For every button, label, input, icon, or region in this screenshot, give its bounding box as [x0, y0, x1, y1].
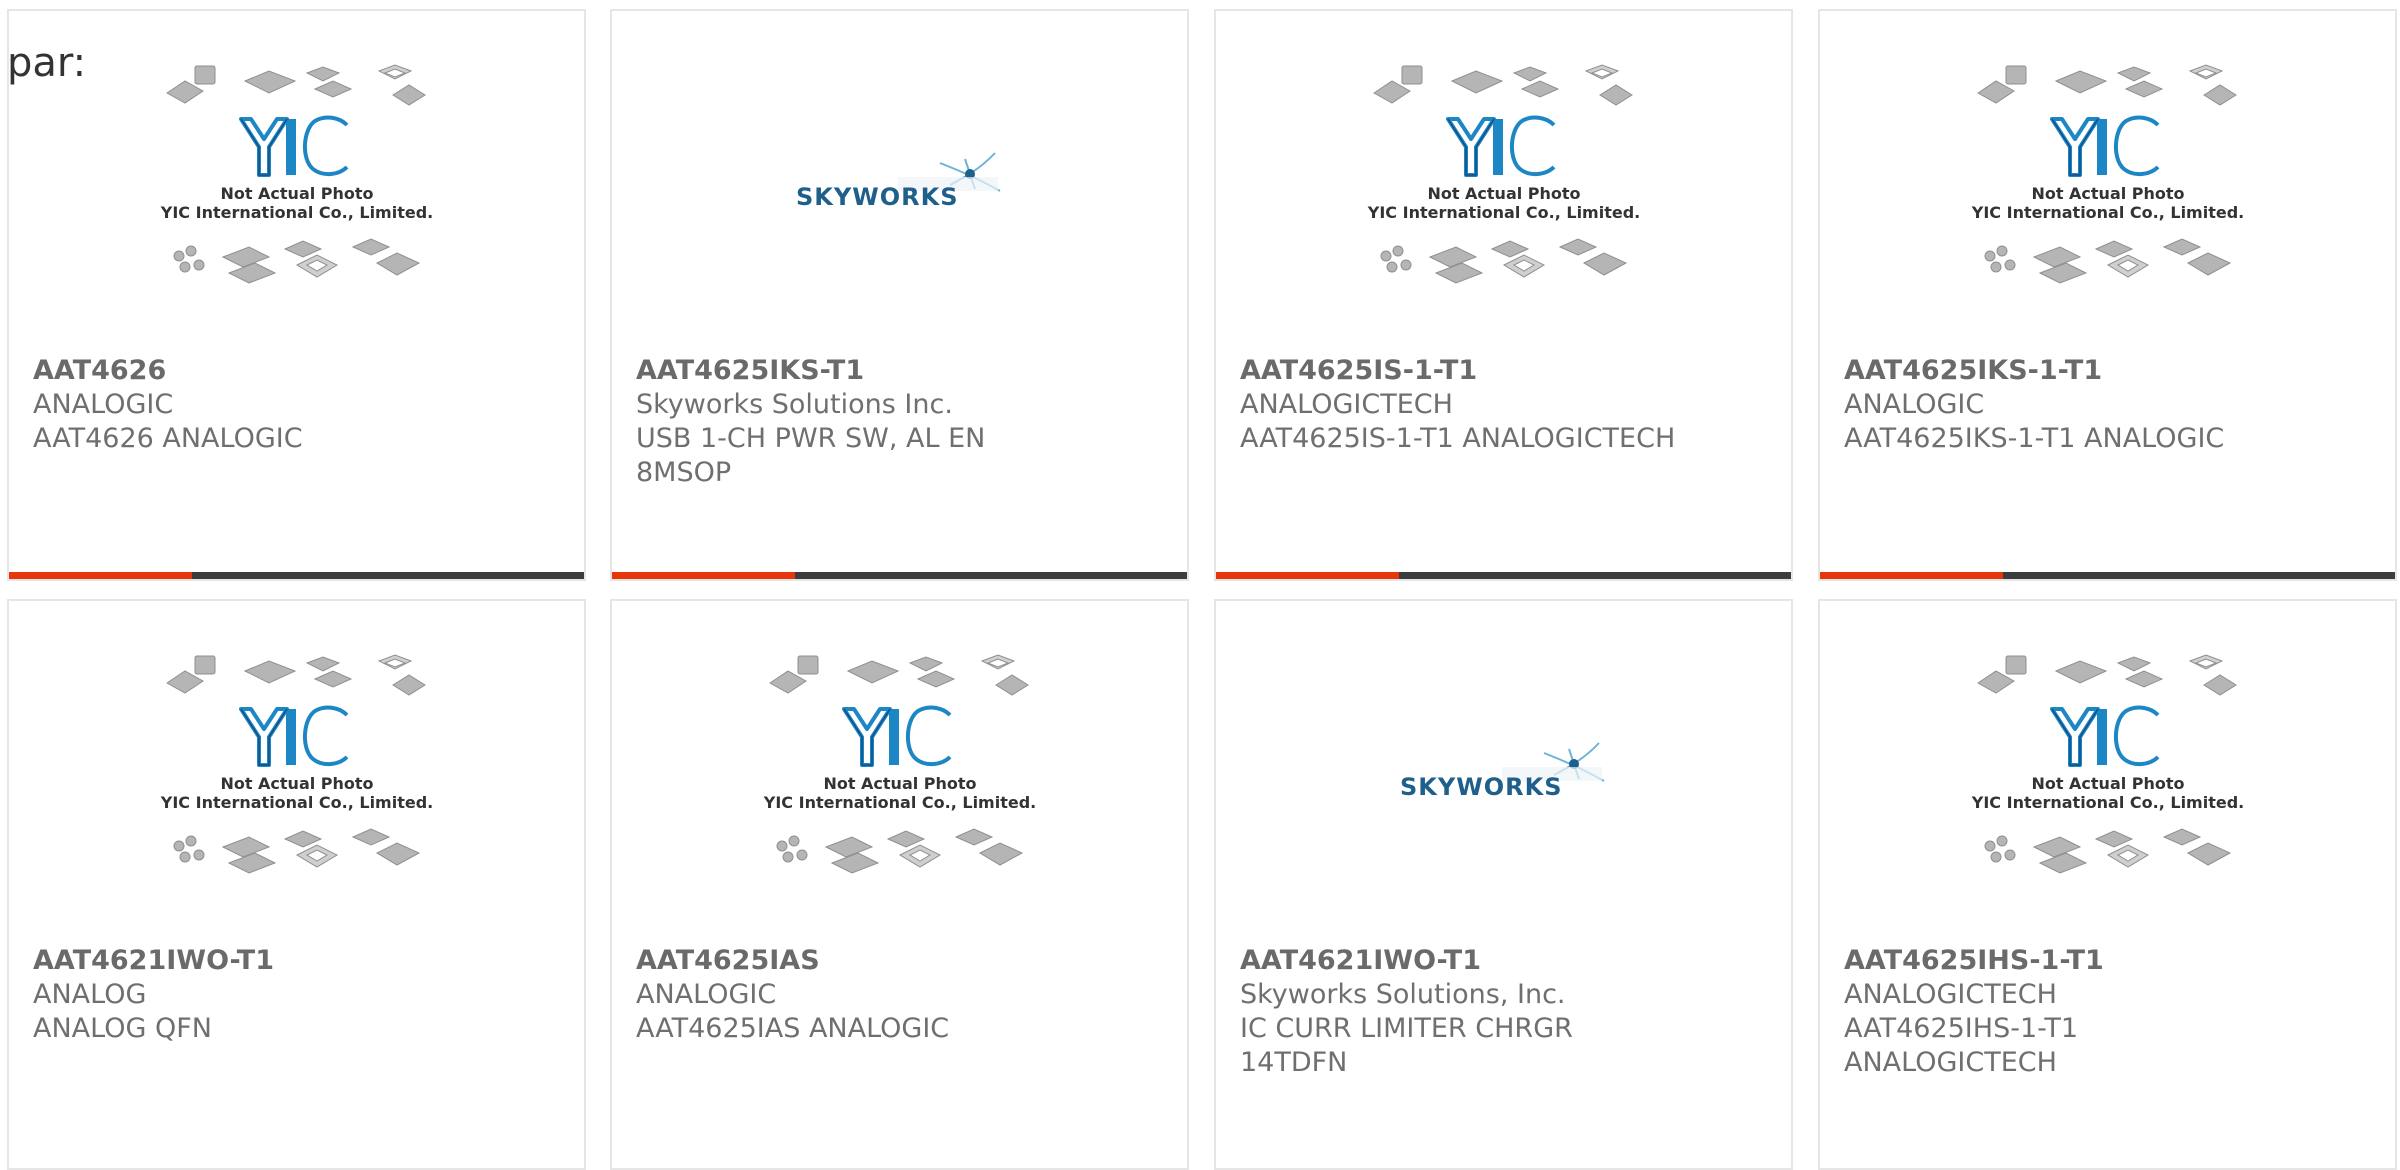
manufacturer-name: ANALOG [33, 979, 147, 1010]
part-number-link[interactable]: AAT4626 [33, 354, 564, 388]
manufacturer-name: ANALOGIC [33, 389, 174, 420]
yic-logo [2049, 705, 2159, 767]
manufacturer-name: Skyworks Solutions, Inc. [1240, 979, 1566, 1010]
manufacturer-name: Skyworks Solutions Inc. [636, 389, 953, 420]
product-info: AAT4625IAS ANALOGIC AAT4625IAS ANALOGIC [636, 944, 1167, 1046]
product-image-container[interactable]: Not Actual Photo YIC International Co., … [1216, 11, 1791, 351]
card-footer-bar [1820, 572, 2395, 579]
yic-logo [1445, 115, 1555, 177]
product-card[interactable]: SKYWORKS AAT4625IKS-T1 Skyworks Solutions… [610, 9, 1189, 581]
part-number-link[interactable]: AAT4621IWO-T1 [33, 944, 564, 978]
product-image-container[interactable]: SKYWORKS [612, 11, 1187, 351]
product-description: USB 1-CH PWR SW, AL EN 8MSOP [636, 423, 986, 488]
product-image-container[interactable]: SKYWORKS [1216, 601, 1791, 941]
yic-logo [238, 705, 348, 767]
svg-text:YIC International Co., Limited: YIC International Co., Limited. [1970, 203, 2243, 222]
product-placeholder-image: Not Actual Photo YIC International Co., … [1970, 654, 2244, 874]
product-image-container[interactable]: Not Actual Photo YIC International Co., … [1820, 11, 2395, 351]
product-info: AAT4625IHS-1-T1 ANALOGICTECH AAT4625IHS-1-… [1844, 944, 2375, 1080]
product-card[interactable]: Not Actual Photo YIC International Co., … [1214, 9, 1793, 581]
svg-text:YIC International Co., Limited: YIC International Co., Limited. [1366, 203, 1639, 222]
card-footer-accent [1216, 572, 1399, 579]
svg-text:YIC International Co., Limited: YIC International Co., Limited. [1970, 793, 2243, 812]
svg-text:Not Actual Photo: Not Actual Photo [2031, 184, 2184, 203]
product-image-container[interactable]: Not Actual Photo YIC International Co., … [9, 11, 584, 351]
part-number-link[interactable]: AAT4625IKS-T1 [636, 354, 1167, 388]
yic-logo [2049, 115, 2159, 177]
svg-text:Not Actual Photo: Not Actual Photo [1427, 184, 1580, 203]
yic-logo [238, 115, 348, 177]
product-info: AAT4625IKS-1-T1 ANALOGIC AAT4625IKS-1-T1 A… [1844, 354, 2375, 456]
product-info: AAT4625IKS-T1 Skyworks Solutions Inc. USB … [636, 354, 1167, 490]
product-image-container[interactable]: Not Actual Photo YIC International Co., … [612, 601, 1187, 941]
manufacturer-name: ANALOGICTECH [1844, 979, 2057, 1010]
product-description: IC CURR LIMITER CHRGR 14TDFN [1240, 1013, 1573, 1078]
product-card[interactable]: Not Actual Photo YIC International Co., … [610, 599, 1189, 1170]
manufacturer-name: ANALOGIC [1844, 389, 1985, 420]
svg-text:SKYWORKS: SKYWORKS [796, 183, 959, 211]
product-info: AAT4621IWO-T1 ANALOG ANALOG QFN [33, 944, 564, 1046]
card-footer-bar [612, 572, 1187, 579]
svg-text:Not Actual Photo: Not Actual Photo [823, 774, 976, 793]
part-number-link[interactable]: AAT4625IHS-1-T1 [1844, 944, 2375, 978]
product-info: AAT4626 ANALOGIC AAT4626 ANALOGIC [33, 354, 564, 456]
product-description: AAT4625IS-1-T1 ANALOGICTECH [1240, 423, 1676, 454]
svg-text:Not Actual Photo: Not Actual Photo [220, 774, 373, 793]
svg-text:YIC International Co., Limited: YIC International Co., Limited. [159, 203, 432, 222]
manufacturer-name: ANALOGIC [636, 979, 777, 1010]
product-placeholder-image: Not Actual Photo YIC International Co., … [1970, 64, 2244, 284]
card-footer-accent [1820, 572, 2003, 579]
product-placeholder-image: Not Actual Photo YIC International Co., … [1366, 64, 1640, 284]
svg-text:SKYWORKS: SKYWORKS [1400, 773, 1563, 801]
product-description: AAT4626 ANALOGIC [33, 423, 303, 454]
card-footer-bar [1216, 572, 1791, 579]
svg-text:Not Actual Photo: Not Actual Photo [220, 184, 373, 203]
product-placeholder-image: Not Actual Photo YIC International Co., … [159, 64, 433, 284]
svg-text:YIC International Co., Limited: YIC International Co., Limited. [159, 793, 432, 812]
part-number-link[interactable]: AAT4625IAS [636, 944, 1167, 978]
part-number-link[interactable]: AAT4625IS-1-T1 [1240, 354, 1771, 388]
product-placeholder-image: Not Actual Photo YIC International Co., … [159, 654, 433, 874]
part-number-link[interactable]: AAT4621IWO-T1 [1240, 944, 1771, 978]
product-image-container[interactable]: Not Actual Photo YIC International Co., … [1820, 601, 2395, 941]
product-description: AAT4625IHS-1-T1 ANALOGICTECH [1844, 1013, 2079, 1078]
product-placeholder-image: Not Actual Photo YIC International Co., … [762, 654, 1036, 874]
skyworks-logo: SKYWORKS [1400, 742, 1604, 801]
svg-text:YIC International Co., Limited: YIC International Co., Limited. [762, 793, 1035, 812]
skyworks-logo: SKYWORKS [796, 152, 1000, 211]
product-card[interactable]: Not Actual Photo YIC International Co., … [1818, 9, 2397, 581]
card-footer-accent [612, 572, 795, 579]
product-description: AAT4625IAS ANALOGIC [636, 1013, 950, 1044]
product-info: AAT4625IS-1-T1 ANALOGICTECH AAT4625IS-1-T1… [1240, 354, 1771, 456]
product-description: AAT4625IKS-1-T1 ANALOGIC [1844, 423, 2225, 454]
svg-text:Not Actual Photo: Not Actual Photo [2031, 774, 2184, 793]
manufacturer-name: ANALOGICTECH [1240, 389, 1453, 420]
page-heading: par: [7, 40, 87, 86]
product-card[interactable]: Not Actual Photo YIC International Co., … [7, 599, 586, 1170]
product-image-container[interactable]: Not Actual Photo YIC International Co., … [9, 601, 584, 941]
yic-logo [841, 705, 951, 767]
card-footer-accent [9, 572, 192, 579]
product-info: AAT4621IWO-T1 Skyworks Solutions, Inc. IC … [1240, 944, 1771, 1080]
card-footer-bar [9, 572, 584, 579]
part-number-link[interactable]: AAT4625IKS-1-T1 [1844, 354, 2375, 388]
product-card[interactable]: Not Actual Photo YIC International Co., … [7, 9, 586, 581]
product-description: ANALOG QFN [33, 1013, 212, 1044]
product-card[interactable]: SKYWORKS AAT4621IWO-T1 Skyworks Solutions… [1214, 599, 1793, 1170]
product-card[interactable]: Not Actual Photo YIC International Co., … [1818, 599, 2397, 1170]
